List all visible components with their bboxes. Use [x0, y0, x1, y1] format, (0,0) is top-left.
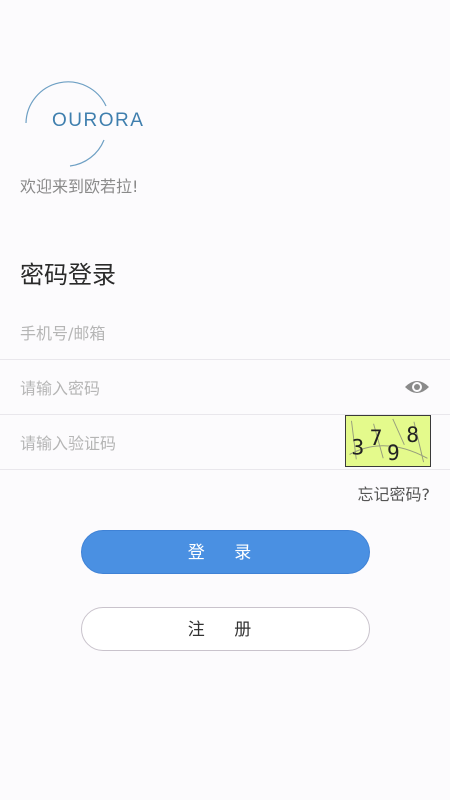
forgot-password-link[interactable]: 忘记密码?: [358, 481, 431, 505]
captcha-char-4: 8: [406, 422, 419, 447]
captcha-char-2: 7: [370, 425, 383, 450]
logo-text: OURORA: [52, 110, 145, 131]
account-field[interactable]: 手机号/邮箱: [0, 305, 450, 360]
register-button[interactable]: 注 册: [81, 607, 370, 651]
login-button[interactable]: 登 录: [81, 530, 370, 574]
captcha-char-3: 9: [387, 440, 400, 465]
page-title: 密码登录: [20, 261, 116, 289]
captcha-field[interactable]: 请输入验证码 3 7 9 8: [0, 415, 450, 470]
eye-icon[interactable]: [404, 377, 430, 397]
password-placeholder: 请输入密码: [20, 379, 101, 398]
captcha-placeholder: 请输入验证码: [20, 434, 117, 453]
welcome-text: 欢迎来到欧若拉!: [20, 177, 139, 196]
account-placeholder: 手机号/邮箱: [20, 324, 106, 343]
ourora-logo: OURORA: [18, 78, 148, 168]
captcha-image[interactable]: 3 7 9 8: [345, 415, 431, 467]
captcha-char-1: 3: [351, 434, 364, 459]
password-field[interactable]: 请输入密码: [0, 360, 450, 415]
